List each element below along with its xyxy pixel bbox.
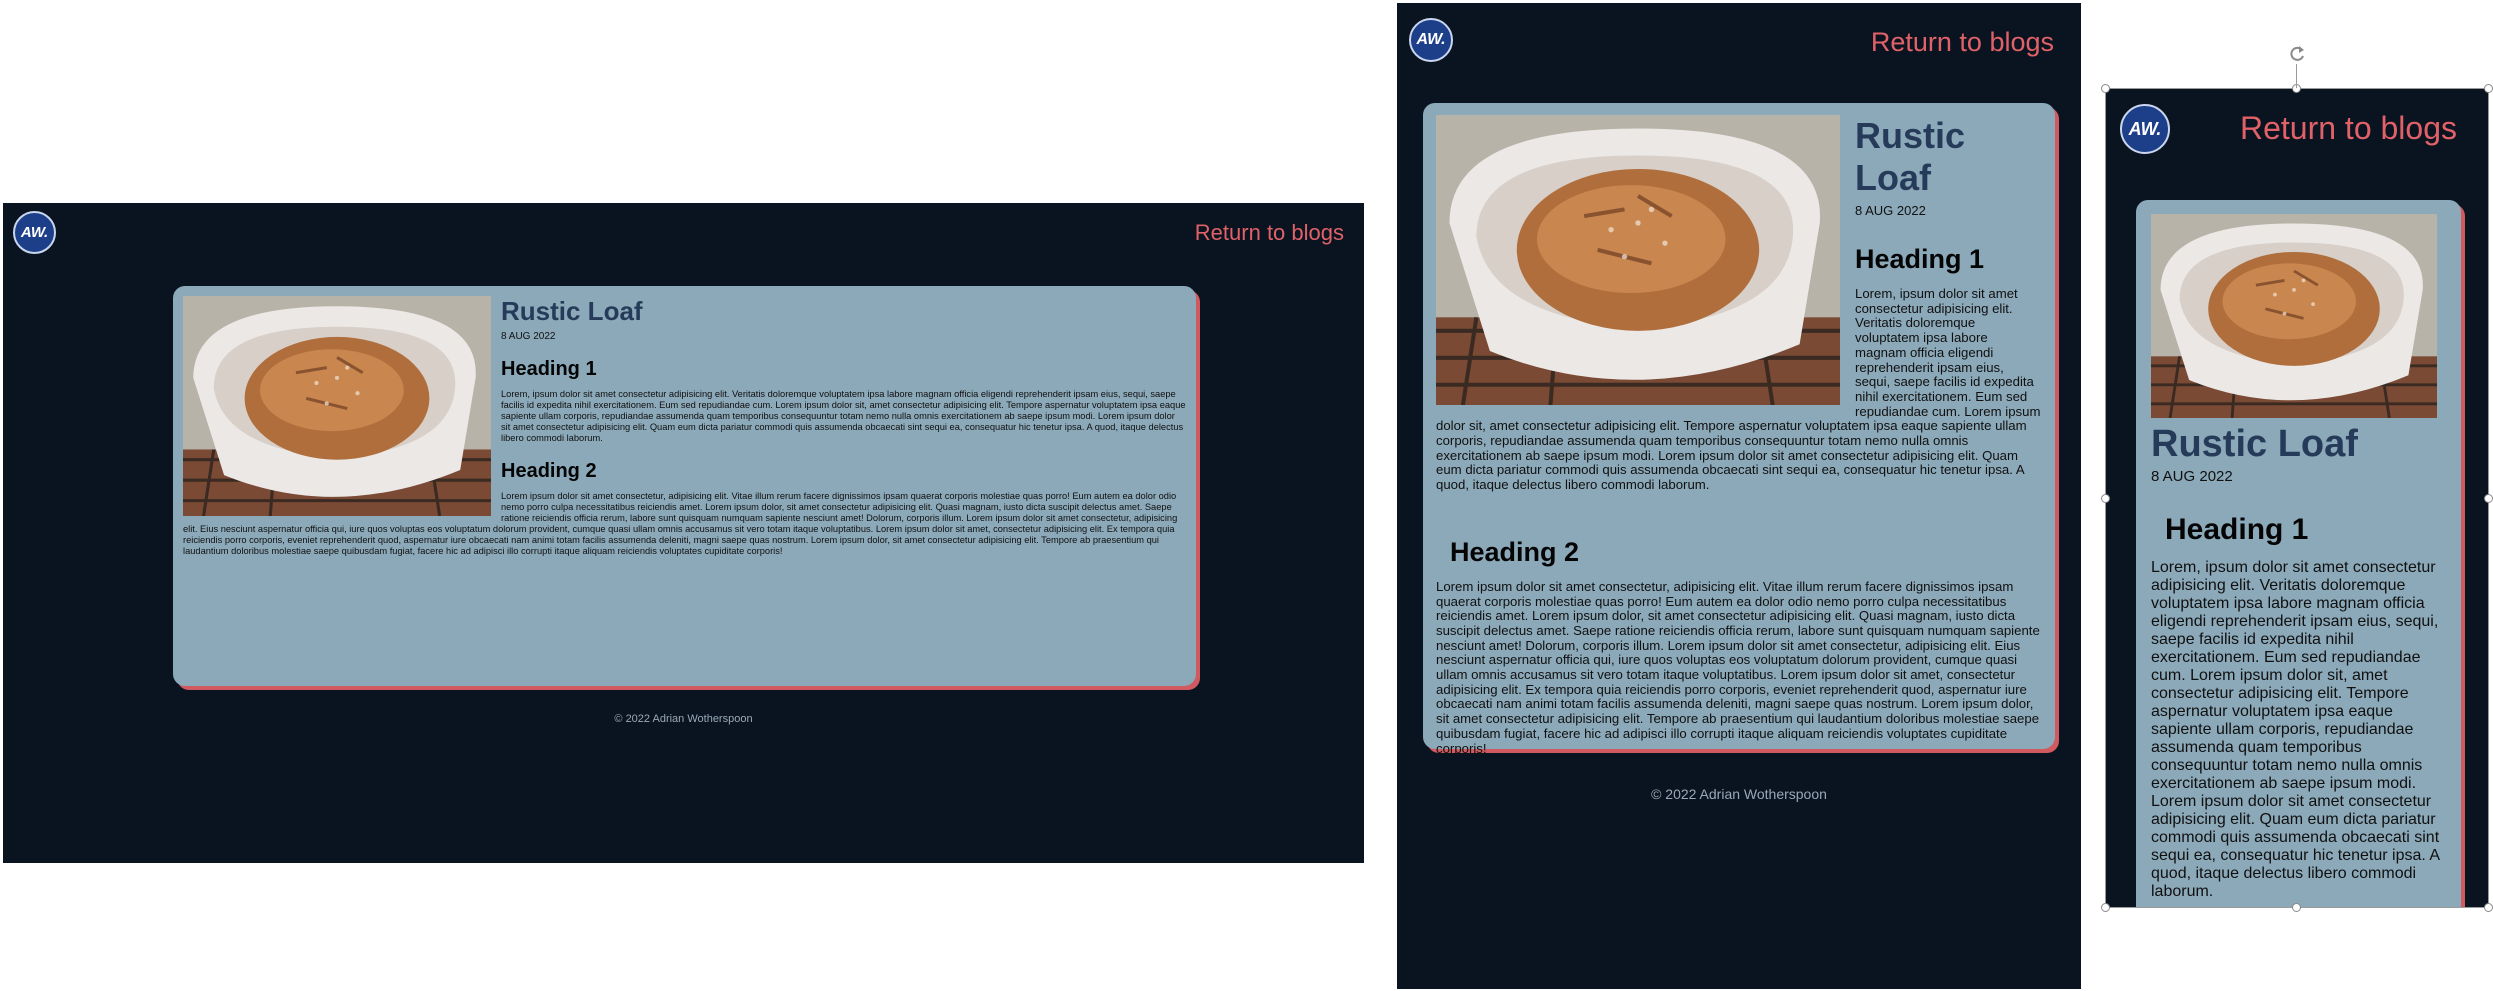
site-logo[interactable]: AW. [13, 211, 56, 254]
site-logo[interactable]: AW. [1409, 18, 1453, 62]
bread-photo-image [183, 296, 491, 516]
rotate-handle-stem [2296, 64, 2297, 88]
bread-photo-image [1436, 115, 1840, 405]
paragraph-2: Lorem ipsum dolor sit amet consectetur, … [1436, 578, 2040, 756]
resize-handle-mr[interactable] [2484, 494, 2493, 503]
resize-handle-br[interactable] [2484, 903, 2493, 912]
resize-handle-ml[interactable] [2101, 494, 2110, 503]
logo-text: AW. [1416, 31, 1446, 48]
resize-handle-tr[interactable] [2484, 84, 2493, 93]
footer-copyright: © 2022 Adrian Wotherspoon [1651, 786, 1827, 802]
blog-post-card: Rustic Loaf 8 AUG 2022 Heading 1 Lorem, … [1423, 103, 2055, 755]
heading-2: Heading 2 [1450, 536, 1580, 567]
selection-box [2105, 88, 2489, 908]
preview-desktop: AW. Return to blogs Rustic Loaf 8 AUG 20… [3, 203, 1364, 863]
footer-copyright: © 2022 Adrian Wotherspoon [614, 713, 753, 725]
resize-handle-bl[interactable] [2101, 903, 2110, 912]
resize-handle-tl[interactable] [2101, 84, 2110, 93]
blog-post-card: Rustic Loaf 8 AUG 2022 Heading 1 Lorem, … [173, 286, 1196, 686]
bread-photo [183, 296, 491, 516]
return-to-blogs-link[interactable]: Return to blogs [1871, 27, 2054, 58]
return-to-blogs-link[interactable]: Return to blogs [1195, 220, 1344, 246]
resize-handle-bm[interactable] [2292, 903, 2301, 912]
rotate-handle-icon[interactable] [2287, 44, 2307, 64]
logo-text: AW. [20, 224, 49, 241]
bread-photo [1436, 115, 1840, 405]
preview-tablet: AW. Return to blogs Rustic Loaf 8 AUG 20… [1397, 3, 2081, 989]
